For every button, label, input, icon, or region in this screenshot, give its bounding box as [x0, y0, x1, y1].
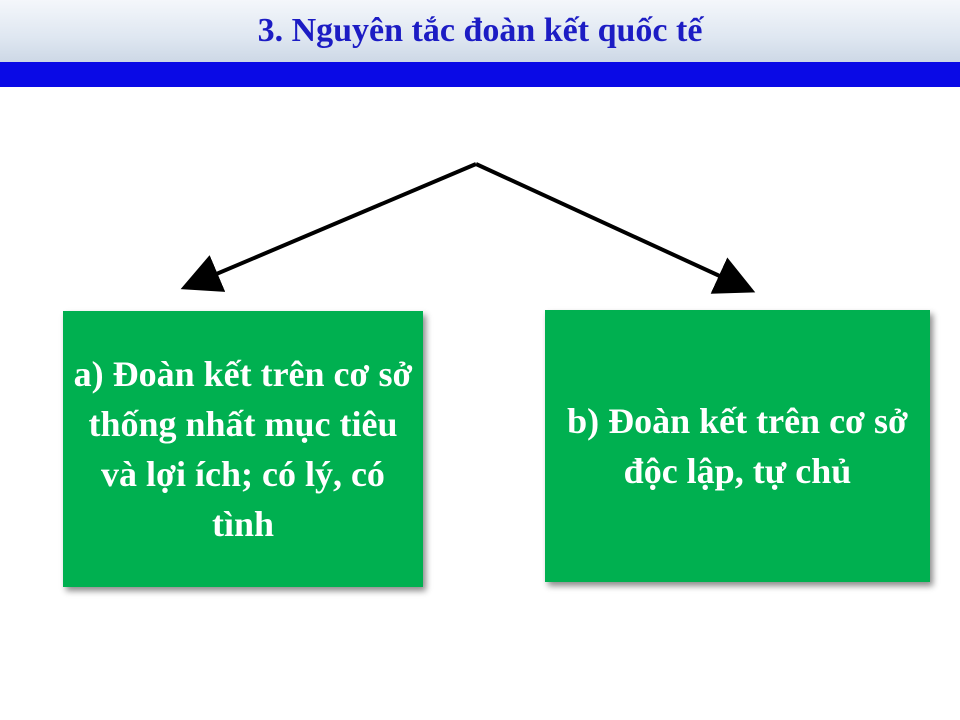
arrow-to-right-box	[475, 162, 756, 294]
principle-box-b: b) Đoàn kết trên cơ sở độc lập, tự chủ	[545, 310, 930, 582]
principle-b-text: b) Đoàn kết trên cơ sở độc lập, tự chủ	[567, 401, 908, 491]
principle-a-text: a) Đoàn kết trên cơ sở thống nhất mục ti…	[73, 354, 413, 544]
principle-box-a: a) Đoàn kết trên cơ sở thống nhất mục ti…	[63, 311, 423, 587]
arrow-to-left-box	[180, 162, 477, 292]
